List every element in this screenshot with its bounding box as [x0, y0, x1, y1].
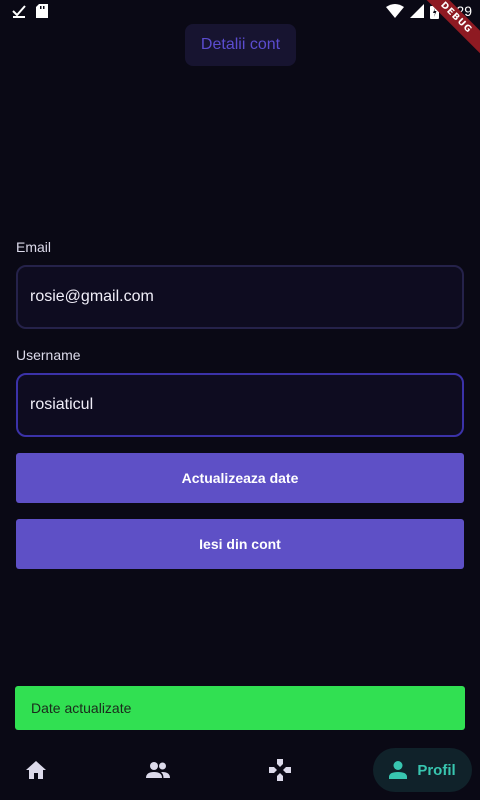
nav-item-people[interactable]	[138, 748, 178, 792]
signal-icon	[409, 4, 424, 18]
home-icon	[26, 761, 46, 779]
username-label: Username	[16, 347, 81, 363]
check-icon	[12, 5, 26, 18]
bottom-nav: Profil	[0, 740, 480, 800]
snackbar: Date actualizate	[15, 686, 465, 730]
wifi-icon	[385, 4, 404, 18]
nav-item-home[interactable]	[16, 748, 56, 792]
username-value: rosiaticul	[30, 396, 94, 413]
status-bar: 9:29	[0, 0, 480, 24]
email-field[interactable]: rosie@gmail.com	[16, 265, 464, 329]
logout-label: Iesi din cont	[199, 536, 281, 552]
email-label: Email	[16, 239, 52, 255]
page-title: Detalii cont	[185, 24, 296, 66]
username-field[interactable]: rosiaticul	[16, 373, 464, 437]
update-data-button[interactable]: Actualizeaza date	[16, 453, 464, 503]
email-value: rosie@gmail.com	[30, 288, 154, 305]
nav-profile-label: Profil	[417, 761, 456, 779]
logout-button[interactable]: Iesi din cont	[16, 519, 464, 569]
nav-item-profile[interactable]: Profil	[373, 748, 472, 792]
gamepad-icon	[269, 759, 291, 781]
nav-item-games[interactable]	[260, 748, 300, 792]
status-left-icons	[12, 4, 48, 18]
people-icon	[146, 762, 170, 778]
snackbar-message: Date actualizate	[31, 700, 132, 716]
sd-card-icon	[36, 4, 48, 18]
person-icon	[389, 761, 408, 779]
update-data-label: Actualizeaza date	[181, 470, 299, 486]
